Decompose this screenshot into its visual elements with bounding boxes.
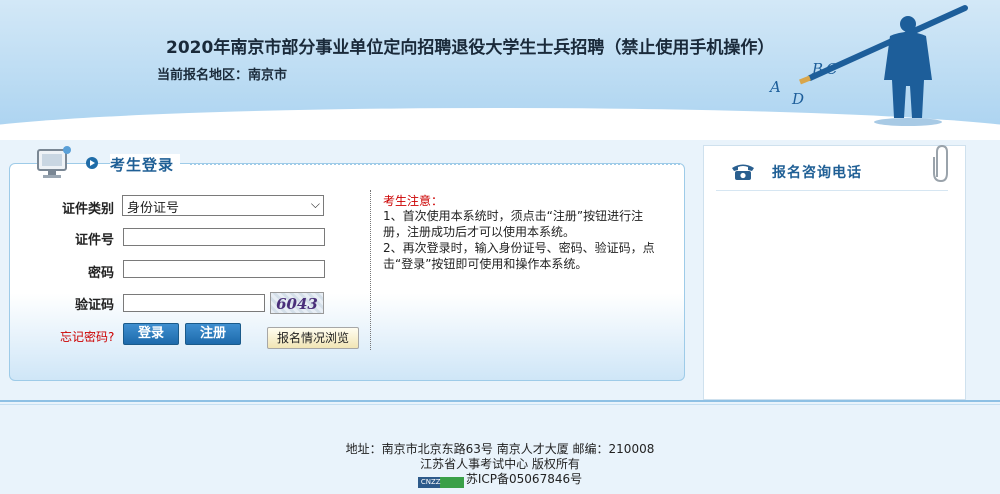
footer-rule-secondary — [0, 404, 1000, 405]
telephone-icon — [732, 164, 754, 180]
consult-title: 报名咨询电话 — [772, 165, 862, 181]
captcha-input[interactable] — [123, 294, 265, 312]
paperclip-icon — [933, 144, 948, 183]
captcha-image[interactable]: 6043 — [270, 292, 324, 314]
monitor-icon — [37, 146, 71, 178]
notice-body: 1、首次使用本系统时，须点击“注册”按钮进行注册，注册成功后才可以使用本系统。 … — [383, 208, 658, 272]
consult-divider — [716, 190, 948, 191]
id-number-label: 证件号 — [74, 233, 114, 248]
section-bullet-icon — [86, 157, 98, 169]
icp-number[interactable]: 苏ICP备05067846号 — [466, 472, 582, 486]
page-title: 2020年南京市部分事业单位定向招聘退役大学生士兵招聘（禁止使用手机操作） — [166, 38, 775, 58]
login-title: 考生登录 — [110, 154, 181, 175]
notice-item-1: 1、首次使用本系统时，须点击“注册”按钮进行注册，注册成功后才可以使用本系统。 — [383, 209, 644, 239]
mascot-illustration: A B C D — [768, 5, 968, 126]
chevron-down-icon: ⌵ — [310, 197, 320, 211]
consult-panel — [703, 145, 966, 400]
letter-c: C — [826, 60, 838, 78]
page-header: A B C D 2020年南京市部分事业单位定向招聘退役大学生士兵招聘（禁止使用… — [0, 0, 1000, 140]
captcha-label: 验证码 — [74, 298, 114, 313]
register-button[interactable]: 注册 — [185, 323, 241, 345]
id-number-input[interactable] — [123, 228, 325, 246]
id-type-label: 证件类别 — [61, 202, 114, 217]
id-type-select[interactable]: 身份证号 ⌵ — [122, 195, 324, 216]
footer-icp-row: CNZZ 苏ICP备05067846号 — [0, 470, 1000, 488]
password-input[interactable] — [123, 260, 325, 278]
notice-item-2: 2、再次登录时，输入身份证号、密码、验证码，点击“登录”按钮即可使用和操作本系统… — [383, 241, 655, 271]
letter-b: B — [811, 60, 823, 78]
letter-d: D — [791, 90, 804, 108]
vertical-divider — [370, 190, 371, 350]
browse-registration-button[interactable]: 报名情况浏览 — [267, 327, 359, 349]
footer-rule — [0, 400, 1000, 402]
login-button[interactable]: 登录 — [123, 323, 179, 345]
notice-title: 考生注意： — [383, 194, 444, 208]
forgot-password-link[interactable]: 忘记密码? — [60, 328, 114, 345]
id-type-value: 身份证号 — [127, 201, 180, 216]
password-label: 密码 — [87, 266, 114, 281]
letter-a: A — [768, 78, 781, 96]
cnzz-badge-icon[interactable]: CNZZ — [417, 477, 464, 488]
title-divider — [190, 163, 680, 165]
current-region: 当前报名地区：南京市 — [157, 68, 288, 83]
